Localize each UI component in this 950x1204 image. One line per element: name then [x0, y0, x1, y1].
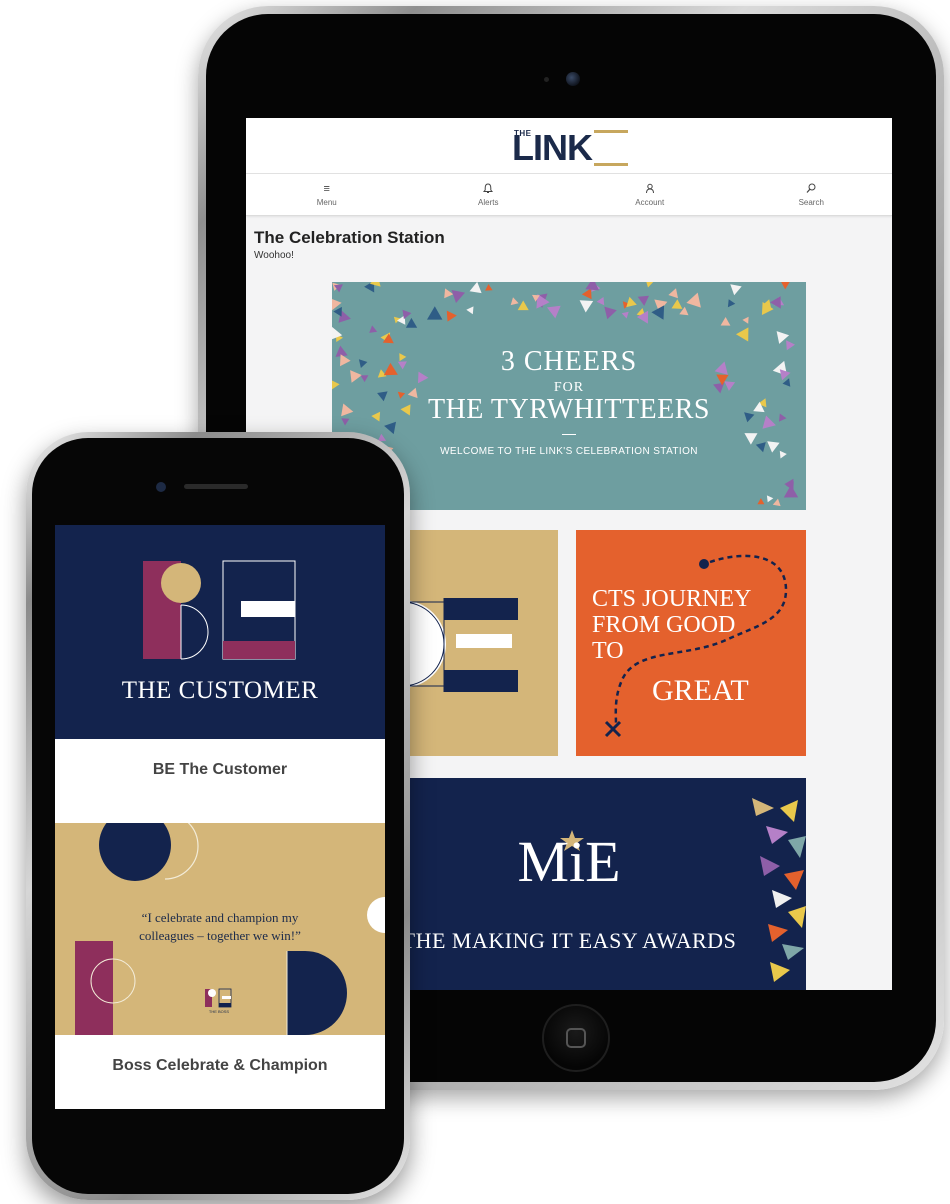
- cts-line-3: TO: [592, 638, 624, 664]
- confetti-piece: [547, 305, 561, 319]
- confetti-piece: [369, 325, 378, 333]
- confetti-piece: [686, 292, 701, 308]
- cheers-line-1: 3 CHEERS: [500, 346, 638, 377]
- app-header: THE LINK: [246, 118, 892, 174]
- confetti-piece: [744, 433, 758, 445]
- confetti-piece: [671, 299, 683, 309]
- confetti-piece: [427, 306, 443, 320]
- phone-camera: [156, 482, 166, 492]
- confetti-piece: [736, 327, 749, 342]
- be-the-customer-card[interactable]: THE CUSTOMER: [55, 525, 385, 739]
- confetti-piece: [757, 498, 765, 505]
- be-logo-graphic: [143, 560, 296, 660]
- confetti-piece: [668, 288, 678, 299]
- cts-line-4: GREAT: [652, 674, 749, 707]
- nav-search[interactable]: Search: [761, 183, 861, 207]
- nav-alerts-label: Alerts: [478, 197, 499, 207]
- be-customer-heading: THE CUSTOMER: [121, 677, 319, 704]
- boss-quote: “I celebrate and champion my colleagues …: [55, 909, 385, 945]
- confetti-piece: [510, 297, 519, 306]
- confetti-piece: [579, 300, 594, 313]
- confetti-piece: [604, 306, 617, 320]
- nav-alerts[interactable]: Alerts: [438, 182, 538, 207]
- confetti-piece: [637, 295, 649, 306]
- page-subtitle: Woohoo!: [254, 250, 294, 261]
- confetti-piece: [466, 306, 474, 315]
- confetti-piece: [517, 300, 529, 311]
- confetti-piece: [720, 317, 731, 326]
- confetti-piece: [596, 297, 605, 306]
- be-the-boss-mini-logo: THE BOSS: [199, 987, 239, 1017]
- cts-line-1: CTS JOURNEY: [592, 586, 752, 612]
- confetti-piece: [766, 495, 774, 503]
- page-title: The Celebration Station: [254, 228, 445, 247]
- cheers-divider: [562, 434, 576, 435]
- boss-celebrate-label[interactable]: Boss Celebrate & Champion: [55, 1057, 385, 1075]
- nav-account-label: Account: [635, 197, 665, 207]
- confetti-piece: [742, 316, 749, 324]
- phone-speaker: [184, 484, 248, 489]
- cheers-line-3: THE TYRWHITTEERS: [427, 394, 710, 425]
- phone-bezel: THE CUSTOMER BE The Customer “I celebrat…: [32, 438, 404, 1194]
- confetti-piece: [727, 299, 736, 308]
- confetti-piece: [626, 296, 637, 308]
- confetti-piece: [451, 290, 465, 303]
- boss-quote-line-2: colleagues – together we win!”: [139, 928, 301, 943]
- confetti-piece: [444, 288, 454, 299]
- cheers-welcome: WELCOME TO THE LINK'S CELEBRATION STATIO…: [440, 446, 698, 457]
- nav-bar: ≡ Menu Alerts Account Search: [246, 174, 892, 216]
- cts-line-2: FROM GOOD: [592, 612, 736, 638]
- tablet-sensor: [544, 77, 549, 82]
- confetti-piece: [405, 317, 418, 328]
- be-customer-label[interactable]: BE The Customer: [55, 761, 385, 779]
- confetti-piece: [402, 309, 412, 320]
- boss-quote-line-1: “I celebrate and champion my: [141, 910, 299, 925]
- confetti-piece: [770, 296, 781, 309]
- confetti-piece: [646, 282, 654, 288]
- logo-bracket: [594, 129, 628, 166]
- confetti-piece: [772, 498, 781, 507]
- search-icon: [806, 183, 816, 196]
- nav-search-label: Search: [798, 197, 824, 207]
- confetti-piece: [333, 306, 342, 317]
- nav-account[interactable]: Account: [600, 183, 700, 207]
- confetti-piece: [446, 310, 457, 322]
- tablet-camera: [566, 72, 580, 86]
- be-the-boss-caption: THE BOSS: [208, 1009, 230, 1014]
- the-link-logo[interactable]: THE LINK: [510, 126, 628, 166]
- mini-be-graphic: [205, 988, 232, 1008]
- confetti-piece: [581, 288, 592, 300]
- nav-menu[interactable]: ≡ Menu: [277, 183, 377, 207]
- cts-journey-tile[interactable]: CTS JOURNEY FROM GOOD TO GREAT: [576, 530, 806, 756]
- confetti-piece: [469, 282, 482, 294]
- confetti-piece: [485, 284, 493, 291]
- phone-device: THE CUSTOMER BE The Customer “I celebrat…: [26, 432, 410, 1200]
- menu-icon: ≡: [323, 182, 330, 195]
- user-icon: [645, 183, 655, 196]
- confetti-piece: [781, 282, 790, 290]
- nav-menu-label: Menu: [316, 197, 337, 207]
- home-square-icon: [566, 1028, 586, 1048]
- phone-screen: THE CUSTOMER BE The Customer “I celebrat…: [55, 525, 385, 1109]
- boss-celebrate-card[interactable]: “I celebrate and champion my colleagues …: [55, 823, 385, 1035]
- tablet-home-button[interactable]: [542, 1004, 610, 1072]
- bell-icon: [483, 182, 494, 196]
- logo-prefix: THE: [514, 128, 532, 138]
- confetti-piece: [730, 284, 742, 296]
- confetti-piece: [585, 282, 599, 291]
- confetti-piece: [621, 311, 629, 319]
